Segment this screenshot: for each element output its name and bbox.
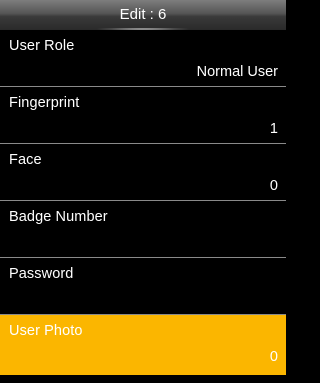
menu-item-value: Normal User [196,64,278,80]
menu-item-label: Fingerprint [9,95,80,111]
menu-item-label: User Photo [9,323,83,339]
menu-item-label: Password [9,266,74,282]
menu-item-fingerprint[interactable]: Fingerprint 1 [0,87,286,144]
menu-item-face[interactable]: Face 0 [0,144,286,201]
title-bar: Edit : 6 [0,0,286,30]
menu-list: User Role Normal User Fingerprint 1 Face… [0,30,286,375]
menu-item-value: 0 [269,178,278,194]
menu-item-value: 0 [269,349,278,365]
menu-item-user-photo[interactable]: User Photo 0 [0,315,286,375]
menu-item-password[interactable]: Password [0,258,286,315]
menu-item-badge-number[interactable]: Badge Number [0,201,286,258]
menu-item-value: 1 [269,121,278,137]
window-title: Edit : 6 [119,6,167,23]
menu-item-label: Face [9,152,42,168]
menu-item-label: User Role [9,38,75,54]
menu-item-user-role[interactable]: User Role Normal User [0,30,286,87]
menu-item-label: Badge Number [9,209,108,225]
